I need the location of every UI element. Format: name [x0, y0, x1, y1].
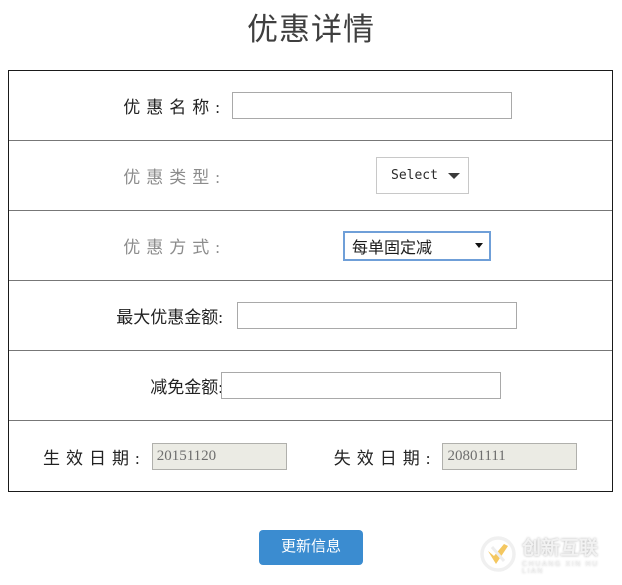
form-row-max-discount-amount: 最大优惠金额:	[9, 281, 612, 351]
expiry-date-group: 失效日期:	[333, 442, 578, 470]
field-cell-discount-type: Select	[232, 157, 612, 194]
label-max-discount-amount: 最大优惠金额:	[116, 308, 223, 327]
discount-detail-form: 优惠名称: 优惠类型: Select 优惠方式: 每单固定减 最大优惠金额: 减…	[8, 70, 613, 492]
label-discount-type: 优惠类型:	[123, 168, 226, 187]
expiry-date-input[interactable]	[442, 442, 578, 470]
max-discount-amount-input[interactable]	[237, 302, 517, 329]
page-title: 优惠详情	[247, 12, 375, 47]
form-row-discount-name: 优惠名称:	[9, 71, 612, 141]
form-row-discount-type: 优惠类型: Select	[9, 141, 612, 211]
discount-method-select[interactable]: 每单固定减	[343, 230, 491, 261]
discount-name-input[interactable]	[232, 92, 512, 119]
label-reduction-amount: 减免金额:	[150, 378, 223, 397]
label-discount-name: 优惠名称:	[123, 98, 226, 117]
field-cell-max-discount-amount	[232, 302, 612, 329]
form-row-reduction-amount: 减免金额:	[9, 351, 612, 421]
effective-date-input[interactable]	[151, 442, 287, 470]
reduction-amount-input[interactable]	[221, 372, 501, 399]
chevron-down-icon	[475, 243, 483, 248]
form-row-discount-method: 优惠方式: 每单固定减	[9, 211, 612, 281]
discount-method-select-value: 每单固定减	[352, 239, 433, 257]
chevron-down-icon	[447, 172, 460, 179]
label-expiry-date: 失效日期:	[333, 448, 437, 468]
field-cell-discount-method: 每单固定减	[232, 230, 612, 261]
field-cell-discount-name	[232, 92, 612, 119]
label-discount-method: 优惠方式:	[123, 238, 226, 257]
label-effective-date: 生效日期:	[43, 448, 146, 468]
effective-date-group: 生效日期:	[43, 442, 287, 470]
update-info-button[interactable]: 更新信息	[258, 530, 363, 565]
button-area: 更新信息	[0, 530, 622, 565]
discount-type-select[interactable]: Select	[376, 157, 469, 194]
form-row-dates: 生效日期: 失效日期:	[9, 421, 612, 491]
field-cell-reduction-amount	[221, 372, 612, 399]
discount-type-select-value: Select	[391, 168, 438, 183]
